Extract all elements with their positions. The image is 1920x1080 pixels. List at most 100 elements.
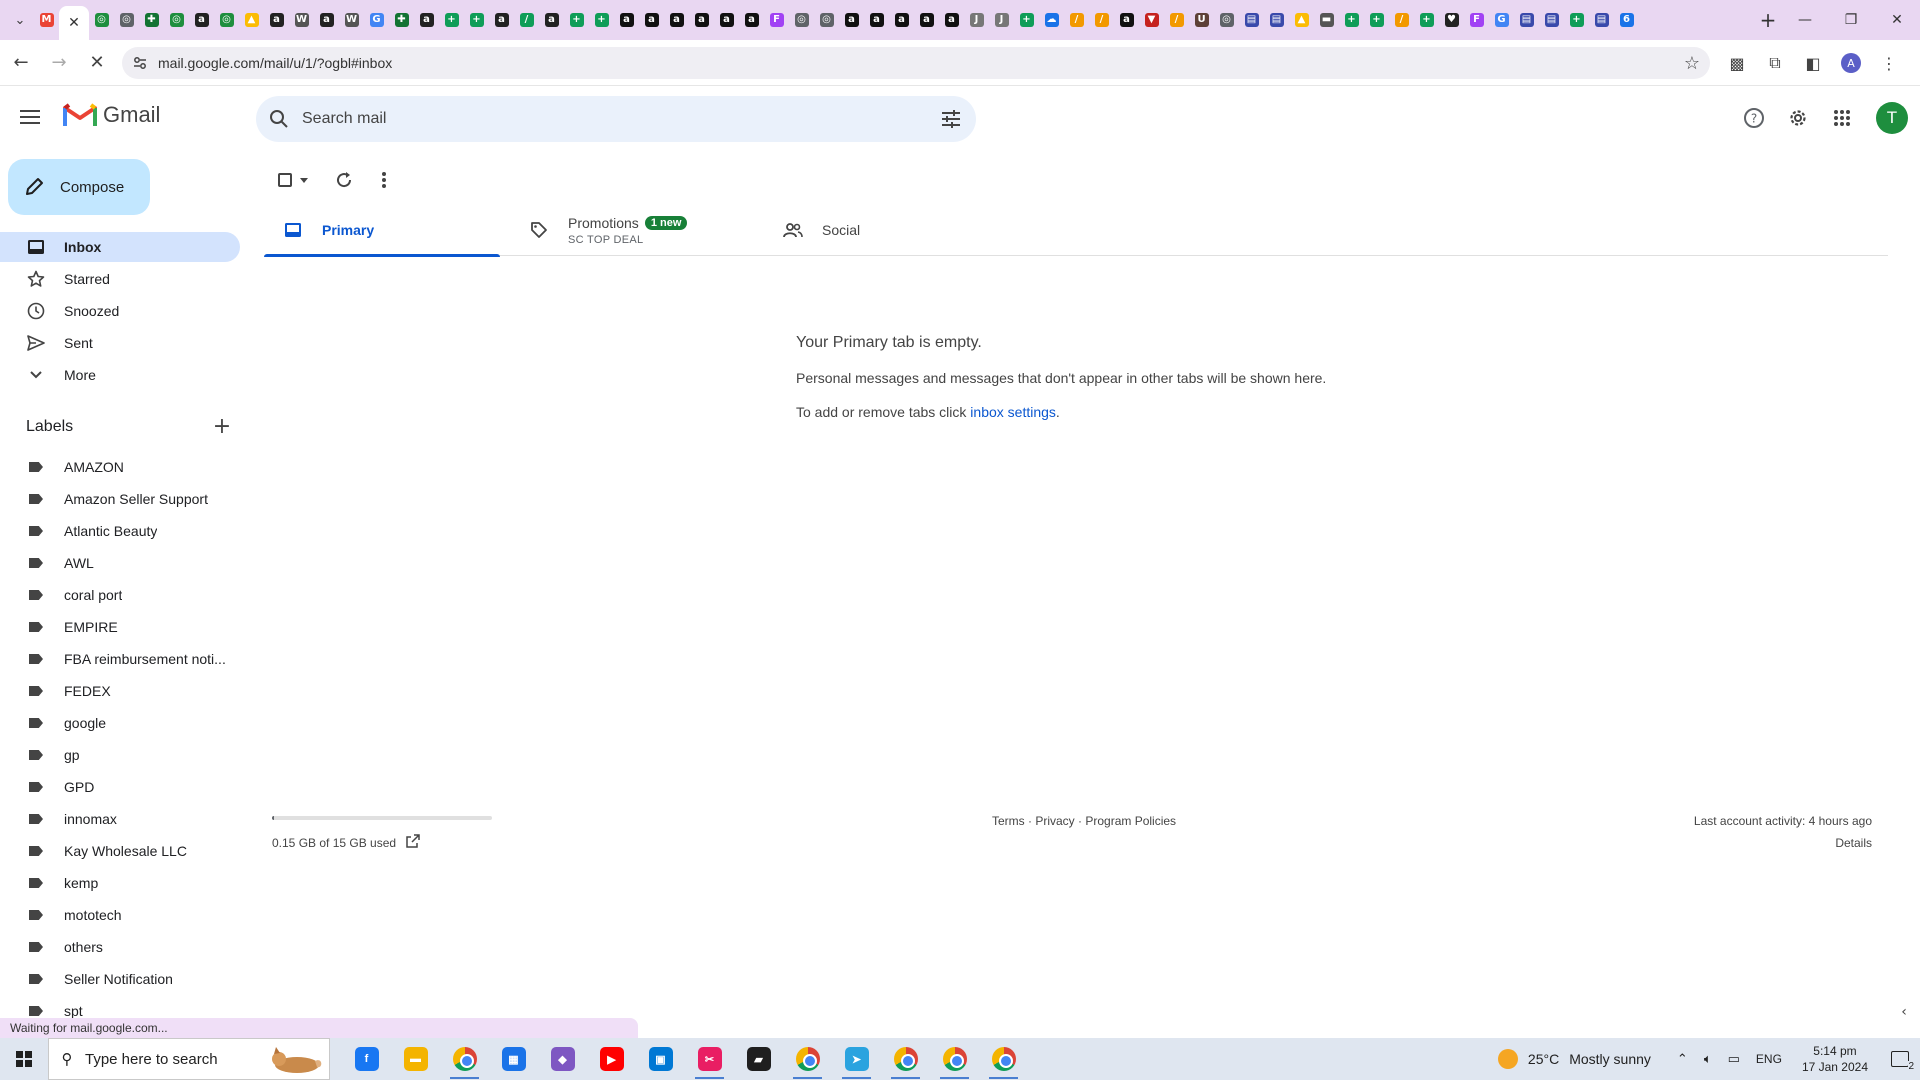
tab-promotions[interactable]: Promotions 1 new SC TOP DEAL xyxy=(510,204,746,256)
browser-tab[interactable]: J xyxy=(964,6,989,34)
browser-tab[interactable]: a xyxy=(414,6,439,34)
browser-tab[interactable]: ▤ xyxy=(1264,6,1289,34)
browser-tab[interactable]: ▤ xyxy=(1239,6,1264,34)
browser-tab[interactable]: / xyxy=(1064,6,1089,34)
label-item[interactable]: Atlantic Beauty xyxy=(0,516,240,546)
sidebar-item-snoozed[interactable]: Snoozed xyxy=(0,296,240,326)
taskbar-app-calculator[interactable]: ▦ xyxy=(489,1038,538,1080)
browser-tab[interactable]: ▲ xyxy=(239,6,264,34)
taskbar-app-telegram[interactable]: ➤ xyxy=(832,1038,881,1080)
stop-loading-button[interactable]: ✕ xyxy=(80,46,114,80)
browser-tab[interactable]: U xyxy=(1189,6,1214,34)
input-language[interactable]: ENG xyxy=(1756,1052,1782,1066)
sidebar-item-sent[interactable]: Sent xyxy=(0,328,240,358)
taskbar-app-copilot[interactable]: ◆ xyxy=(538,1038,587,1080)
browser-tab[interactable]: a xyxy=(264,6,289,34)
browser-menu-icon[interactable]: ⋮ xyxy=(1870,54,1908,73)
taskbar-app-chrome[interactable] xyxy=(440,1038,489,1080)
taskbar-app-youtube[interactable]: ▶ xyxy=(587,1038,636,1080)
browser-tab[interactable]: ▤ xyxy=(1514,6,1539,34)
more-options-icon[interactable] xyxy=(364,162,404,198)
compose-button[interactable]: Compose xyxy=(8,159,150,215)
browser-tab[interactable]: + xyxy=(1364,6,1389,34)
browser-tab[interactable]: / xyxy=(1389,6,1414,34)
browser-tab[interactable]: + xyxy=(439,6,464,34)
label-item[interactable]: coral port xyxy=(0,580,240,610)
close-window-button[interactable]: ✕ xyxy=(1874,0,1920,40)
help-icon[interactable]: ? xyxy=(1732,100,1776,136)
browser-tab[interactable]: a xyxy=(839,6,864,34)
browser-tab[interactable]: ✚ xyxy=(139,6,164,34)
terms-link[interactable]: Terms xyxy=(992,814,1025,828)
browser-profile-avatar[interactable]: A xyxy=(1841,53,1861,73)
browser-tab[interactable]: M xyxy=(34,6,59,34)
browser-tab[interactable]: a xyxy=(664,6,689,34)
label-item[interactable]: others xyxy=(0,932,240,962)
volume-icon[interactable]: 🔈︎ xyxy=(1704,1052,1712,1067)
taskbar-app-facebook[interactable]: f xyxy=(342,1038,391,1080)
browser-tab[interactable]: ▤ xyxy=(1589,6,1614,34)
browser-tab[interactable]: 6 xyxy=(1614,6,1639,34)
site-info-icon[interactable] xyxy=(122,55,158,71)
label-item[interactable]: FBA reimbursement noti... xyxy=(0,644,240,674)
browser-tab[interactable]: W xyxy=(339,6,364,34)
google-apps-icon[interactable] xyxy=(1820,100,1864,136)
browser-tab[interactable]: a xyxy=(739,6,764,34)
browser-tab[interactable]: + xyxy=(564,6,589,34)
browser-tab[interactable]: a xyxy=(714,6,739,34)
label-item[interactable]: EMPIRE xyxy=(0,612,240,642)
taskbar-search-box[interactable]: ⚲ Type here to search xyxy=(48,1038,330,1080)
inbox-settings-link[interactable]: inbox settings xyxy=(970,404,1056,420)
browser-tab[interactable]: / xyxy=(1164,6,1189,34)
browser-tab[interactable]: ◎ xyxy=(1214,6,1239,34)
sidebar-item-more[interactable]: More xyxy=(0,360,240,390)
browser-tab[interactable]: ✕ xyxy=(59,6,89,40)
label-item[interactable]: AMAZON xyxy=(0,452,240,482)
browser-tab[interactable]: F xyxy=(764,6,789,34)
start-button[interactable] xyxy=(0,1038,48,1080)
tab-search-button[interactable]: ⌄ xyxy=(6,6,34,34)
settings-gear-icon[interactable] xyxy=(1776,100,1820,136)
show-side-panel-icon[interactable]: ‹ xyxy=(1888,996,1920,1028)
taskbar-app-file-explorer[interactable]: ▬ xyxy=(391,1038,440,1080)
tab-social[interactable]: Social xyxy=(764,204,1000,256)
label-item[interactable]: Kay Wholesale LLC xyxy=(0,836,240,866)
browser-tab[interactable]: a xyxy=(1114,6,1139,34)
taskbar-app-chrome[interactable] xyxy=(783,1038,832,1080)
taskbar-app-chrome[interactable] xyxy=(930,1038,979,1080)
label-item[interactable]: gp xyxy=(0,740,240,770)
account-avatar[interactable]: T xyxy=(1876,102,1908,134)
browser-tab[interactable]: ▬ xyxy=(1314,6,1339,34)
open-storage-external-icon[interactable] xyxy=(406,834,420,851)
browser-tab[interactable]: ▤ xyxy=(1539,6,1564,34)
taskbar-app-snipping-tool[interactable]: ✂ xyxy=(685,1038,734,1080)
omnibox[interactable]: mail.google.com/mail/u/1/?ogbl#inbox ☆ xyxy=(122,47,1710,79)
browser-tab[interactable]: a xyxy=(314,6,339,34)
search-input[interactable] xyxy=(302,110,926,128)
privacy-link[interactable]: Privacy xyxy=(1035,814,1074,828)
network-icon[interactable]: ▭ xyxy=(1728,1052,1740,1067)
extensions-puzzle-icon[interactable]: ⧉ xyxy=(1756,53,1794,73)
browser-tab[interactable]: a xyxy=(889,6,914,34)
label-item[interactable]: FEDEX xyxy=(0,676,240,706)
main-menu-icon[interactable] xyxy=(18,106,42,130)
browser-tab[interactable]: a xyxy=(864,6,889,34)
forward-button[interactable]: → xyxy=(42,46,76,80)
minimize-button[interactable]: — xyxy=(1782,0,1828,40)
activity-details-link[interactable]: Details xyxy=(1694,836,1872,850)
browser-tab[interactable]: ◎ xyxy=(814,6,839,34)
tab-primary[interactable]: Primary xyxy=(264,204,500,257)
sidebar-item-inbox[interactable]: Inbox xyxy=(0,232,240,262)
notification-center-icon[interactable]: 2 xyxy=(1880,1038,1920,1080)
browser-tab[interactable]: ☁ xyxy=(1039,6,1064,34)
browser-tab[interactable]: a xyxy=(914,6,939,34)
select-dropdown-caret-icon[interactable] xyxy=(300,177,308,183)
system-clock[interactable]: 5:14 pm 17 Jan 2024 xyxy=(1802,1043,1868,1075)
browser-tab[interactable]: G xyxy=(364,6,389,34)
browser-tab[interactable]: + xyxy=(1339,6,1364,34)
close-tab-icon[interactable]: ✕ xyxy=(68,15,80,31)
taskbar-app-chrome[interactable] xyxy=(881,1038,930,1080)
weather-widget[interactable]: 25°C Mostly sunny xyxy=(1497,1049,1651,1069)
browser-tab[interactable]: + xyxy=(589,6,614,34)
browser-tab[interactable]: ◎ xyxy=(89,6,114,34)
